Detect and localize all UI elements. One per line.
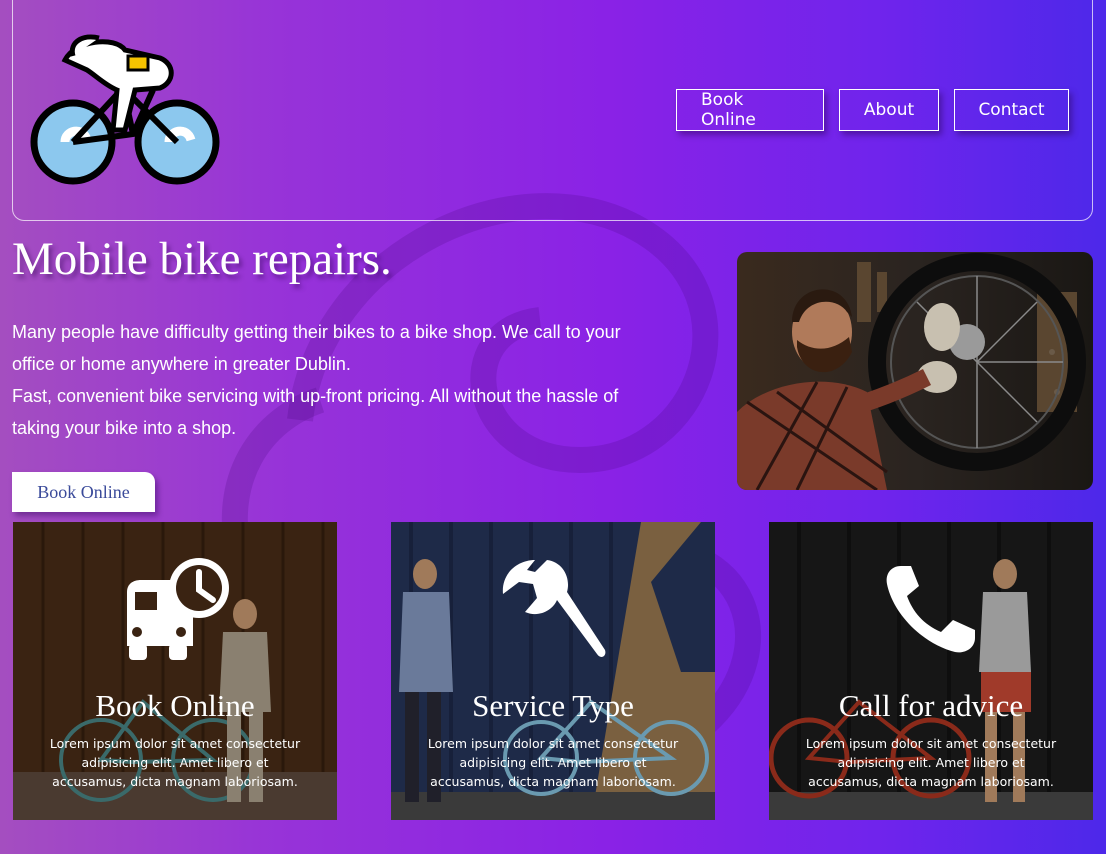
hero-book-online-button[interactable]: Book Online — [12, 472, 155, 512]
card-title: Call for advice — [838, 688, 1024, 723]
site-header: Book Online About Contact — [12, 0, 1093, 221]
hero-title: Mobile bike repairs. — [12, 233, 392, 285]
wrench-icon — [502, 560, 606, 657]
feature-card-service-type[interactable]: Service Type Lorem ipsum dolor sit amet … — [391, 522, 715, 820]
hero-description: Many people have difficulty getting thei… — [12, 316, 652, 444]
nav-about-button[interactable]: About — [839, 89, 939, 131]
card-title: Service Type — [472, 688, 634, 723]
bus-clock-icon — [127, 558, 229, 660]
card-text: Lorem ipsum dolor sit amet consectetur a… — [49, 736, 301, 789]
main-nav: Book Online About Contact — [676, 89, 1069, 131]
feature-card-book-online[interactable]: Book Online Lorem ipsum dolor sit amet c… — [13, 522, 337, 820]
phone-icon — [886, 566, 975, 653]
cyclist-logo[interactable] — [25, 30, 227, 186]
nav-contact-button[interactable]: Contact — [954, 89, 1069, 131]
mechanic-photo — [737, 252, 1093, 490]
card-text: Lorem ipsum dolor sit amet consectetur a… — [805, 736, 1057, 789]
card-title: Book Online — [95, 688, 255, 723]
feature-card-call-for-advice[interactable]: Call for advice Lorem ipsum dolor sit am… — [769, 522, 1093, 820]
hero-paragraph-1: Many people have difficulty getting thei… — [12, 322, 621, 374]
card-text: Lorem ipsum dolor sit amet consectetur a… — [427, 736, 679, 789]
hero-paragraph-2: Fast, convenient bike servicing with up-… — [12, 386, 619, 438]
nav-book-online-button[interactable]: Book Online — [676, 89, 824, 131]
